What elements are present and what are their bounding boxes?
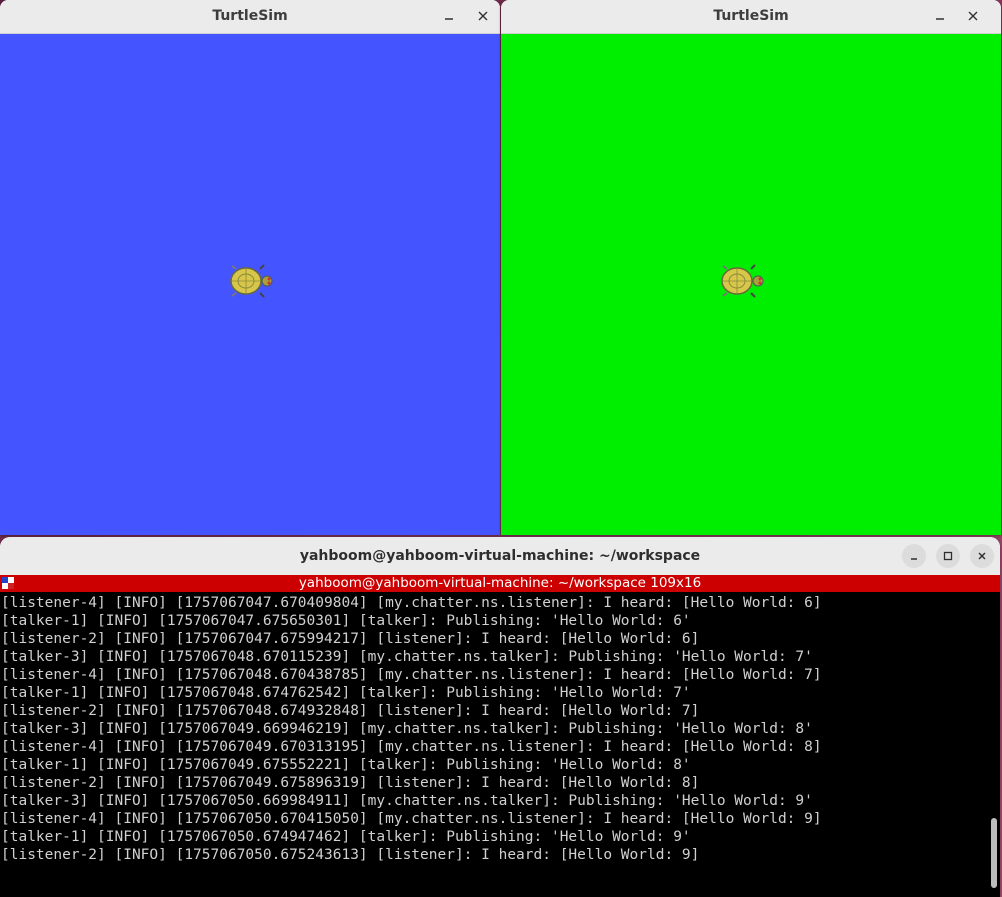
- titlebar[interactable]: TurtleSim: [0, 0, 500, 34]
- turtle-sprite: [230, 264, 273, 298]
- close-button[interactable]: [961, 4, 985, 28]
- minimize-button[interactable]: [928, 4, 952, 28]
- maximize-icon: [943, 551, 953, 561]
- terminal-line: [listener-4] [INFO] [1757067047.67040980…: [1, 595, 822, 611]
- close-icon: [978, 552, 986, 560]
- terminal-line: [listener-2] [INFO] [1757067050.67524361…: [1, 847, 700, 863]
- terminal-line: [listener-4] [INFO] [1757067050.67041505…: [1, 811, 822, 827]
- turtlesim-window-right[interactable]: TurtleSim: [501, 0, 1001, 535]
- terminal-line: [talker-1] [INFO] [1757067047.675650301]…: [1, 613, 691, 629]
- titlebar[interactable]: TurtleSim: [501, 0, 1001, 34]
- terminal-line: [talker-1] [INFO] [1757067050.674947462]…: [1, 829, 691, 845]
- terminal-line: [listener-2] [INFO] [1757067047.67599421…: [1, 631, 700, 647]
- terminal-line: [listener-4] [INFO] [1757067049.67031319…: [1, 739, 822, 755]
- turtlesim-canvas: [501, 34, 1001, 535]
- close-button[interactable]: [471, 4, 495, 28]
- minimize-button[interactable]: [437, 4, 461, 28]
- turtlesim-canvas: [0, 34, 500, 535]
- minimize-icon: [445, 18, 453, 20]
- terminal-window[interactable]: yahboom@yahboom-virtual-machine: ~/works…: [0, 537, 1000, 897]
- tmux-status-bar: yahboom@yahboom-virtual-machine: ~/works…: [0, 575, 1000, 592]
- maximize-button[interactable]: [936, 544, 960, 568]
- minimize-icon: [936, 18, 944, 20]
- turtlesim-window-left[interactable]: TurtleSim: [0, 0, 500, 535]
- window-title: TurtleSim: [713, 8, 789, 24]
- terminal-line: [listener-4] [INFO] [1757067048.67043878…: [1, 667, 822, 683]
- terminal-line: [talker-3] [INFO] [1757067050.669984911]…: [1, 793, 813, 809]
- terminal-icon: [2, 577, 14, 589]
- terminal-scrollbar[interactable]: [991, 818, 997, 888]
- window-title: TurtleSim: [212, 8, 288, 24]
- terminal-line: [listener-2] [INFO] [1757067049.67589631…: [1, 775, 700, 791]
- minimize-button[interactable]: [902, 544, 926, 568]
- terminal-titlebar[interactable]: yahboom@yahboom-virtual-machine: ~/works…: [0, 537, 1000, 576]
- close-icon: [478, 11, 488, 21]
- terminal-line: [talker-3] [INFO] [1757067049.669946219]…: [1, 721, 813, 737]
- terminal-line: [talker-3] [INFO] [1757067048.670115239]…: [1, 649, 813, 665]
- terminal-line: [listener-2] [INFO] [1757067048.67493284…: [1, 703, 700, 719]
- close-icon: [968, 11, 978, 21]
- terminal-line: [talker-1] [INFO] [1757067048.674762542]…: [1, 685, 691, 701]
- turtle-sprite: [721, 264, 764, 298]
- terminal-title: yahboom@yahboom-virtual-machine: ~/works…: [299, 548, 701, 564]
- close-button[interactable]: [970, 544, 994, 568]
- terminal-line: [talker-1] [INFO] [1757067049.675552221]…: [1, 757, 691, 773]
- minimize-icon: [911, 558, 917, 560]
- terminal-output[interactable]: [listener-4] [INFO] [1757067047.67040980…: [0, 592, 1000, 897]
- terminal-lines: [listener-4] [INFO] [1757067047.67040980…: [1, 594, 822, 864]
- tmux-status-text: yahboom@yahboom-virtual-machine: ~/works…: [298, 575, 702, 591]
